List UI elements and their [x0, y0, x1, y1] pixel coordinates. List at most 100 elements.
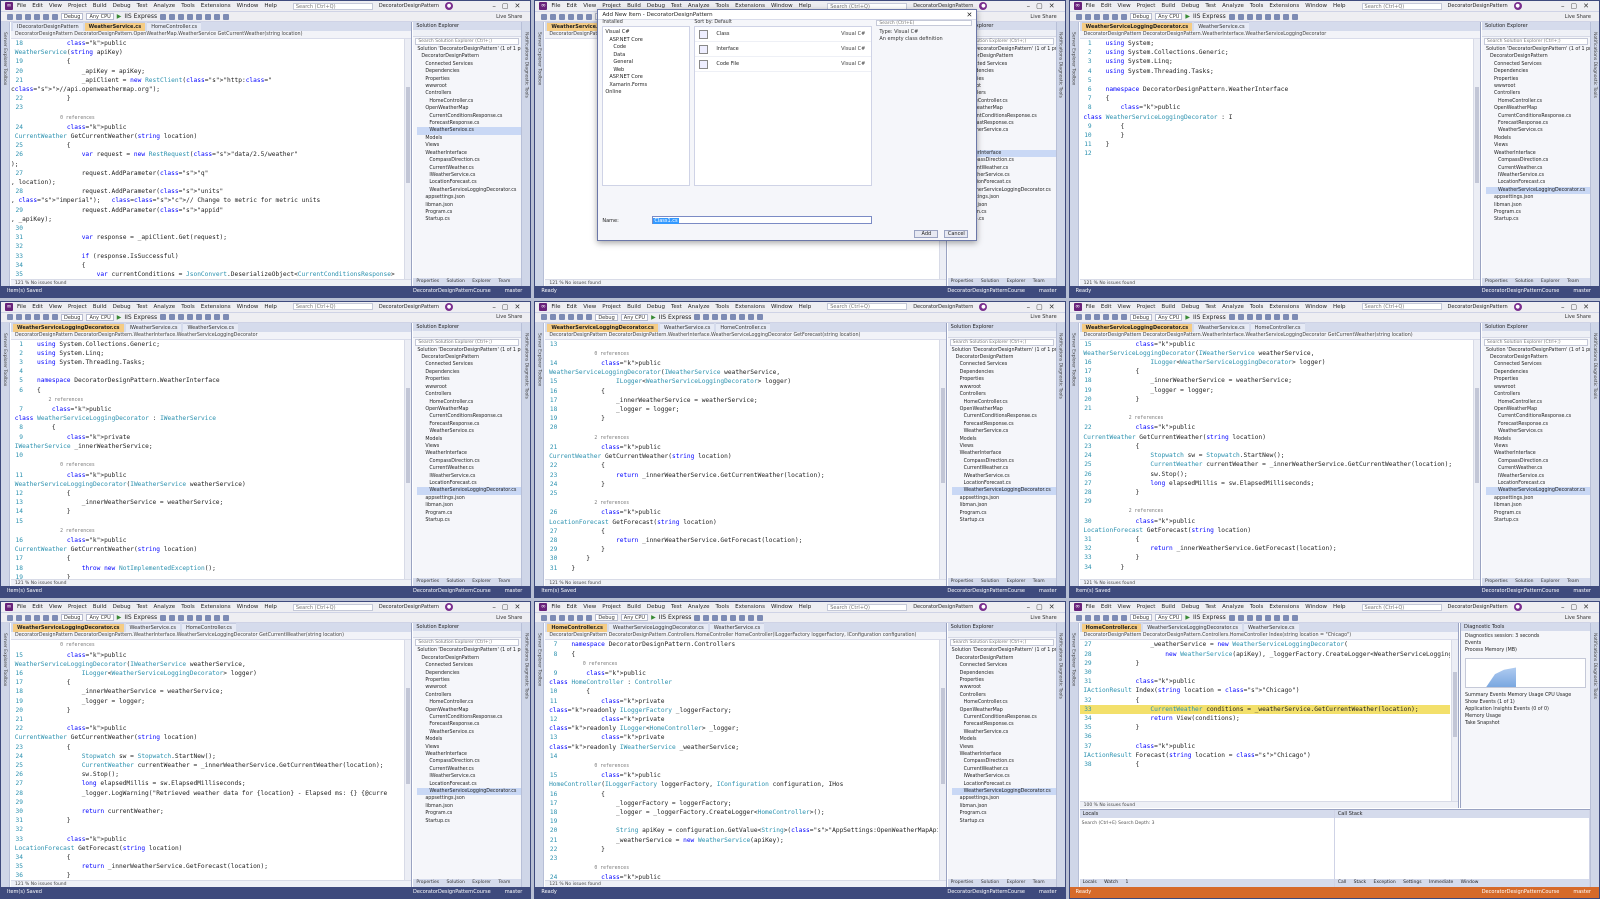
tree-item[interactable]: CurrentConditionsResponse.cs	[417, 714, 521, 721]
document-tab[interactable]: HomeController.cs	[547, 623, 607, 633]
tree-item[interactable]: OpenWeatherMap	[417, 707, 521, 714]
toolbar-icon[interactable]	[1102, 13, 1109, 20]
tree-item[interactable]: appsettings.json	[952, 495, 1056, 502]
notifications-tab[interactable]: Notifications Diagnostic Tools	[1058, 333, 1063, 399]
notifications-tab[interactable]: Notifications Diagnostic Tools	[523, 32, 528, 98]
category-item[interactable]: Xamarin.Forms	[605, 82, 687, 90]
account-avatar[interactable]: ●	[1513, 2, 1522, 10]
tree-item[interactable]: Connected Services	[952, 662, 1056, 669]
template-item[interactable]: Class Visual C#	[695, 27, 872, 42]
tree-item[interactable]: ForecastResponse.cs	[417, 120, 521, 127]
server-explorer-tab[interactable]: Server Explorer Toolbox	[2, 333, 7, 386]
toolbar-icon[interactable]	[1093, 13, 1100, 20]
toolbar-icon[interactable]	[586, 314, 593, 321]
menu-view[interactable]: View	[49, 304, 62, 310]
code-editor[interactable]: WeatherServiceLoggingDecorator.cs Weather…	[1079, 322, 1481, 587]
tree-item[interactable]: appsettings.json	[417, 495, 521, 502]
tree-item[interactable]: appsettings.json	[952, 795, 1056, 802]
menu-build[interactable]: Build	[1161, 3, 1175, 9]
diagnostic-item[interactable]: Memory Usage	[1465, 713, 1586, 720]
tree-item[interactable]: Views	[1486, 142, 1590, 149]
menu-analyze[interactable]: Analyze	[1222, 304, 1244, 310]
platform-select[interactable]: Any CPU	[86, 313, 114, 321]
category-item[interactable]: ASP.NET Core	[605, 37, 687, 45]
live-share-button[interactable]: Live Share	[1030, 14, 1056, 20]
config-select[interactable]: Debug	[595, 313, 618, 321]
menu-analyze[interactable]: Analyze	[688, 604, 710, 610]
menu-test[interactable]: Test	[137, 3, 148, 9]
tree-item[interactable]: Startup.cs	[417, 216, 521, 223]
tree-item[interactable]: Startup.cs	[417, 818, 521, 825]
add-button[interactable]: Add	[914, 230, 939, 238]
menu-project[interactable]: Project	[68, 3, 87, 9]
toolbar-icon[interactable]	[1228, 614, 1235, 621]
code-text[interactable]: 7 namespace DecoratorDesignPattern.Contro…	[545, 640, 938, 880]
toolbar-icon[interactable]	[559, 314, 566, 321]
window-controls-icon[interactable]: –▢✕	[1561, 603, 1595, 611]
navigation-bar[interactable]: DecoratorDesignPattern DecoratorDesignPa…	[545, 632, 946, 641]
menu-tools[interactable]: Tools	[181, 604, 195, 610]
toolbar-icon[interactable]	[178, 314, 185, 321]
tree-item[interactable]: Views	[1486, 443, 1590, 450]
tree-item[interactable]: Views	[417, 142, 521, 149]
toolbar-icon[interactable]	[694, 314, 701, 321]
tree-item[interactable]: CurrentWeather.cs	[1486, 165, 1590, 172]
toolbar-icon[interactable]	[577, 13, 584, 20]
menu-project[interactable]: Project	[68, 304, 87, 310]
menu-file[interactable]: File	[1086, 3, 1095, 9]
toolbar-icon[interactable]	[214, 314, 221, 321]
document-tab[interactable]: WeatherService.cs	[84, 22, 146, 31]
code-editor[interactable]: HomeController.cs WeatherServiceLoggingDe…	[545, 623, 947, 887]
tree-item[interactable]: WeatherInterface	[1486, 450, 1590, 457]
tree-item[interactable]: libman.json	[952, 803, 1056, 810]
tree-item[interactable]: OpenWeatherMap	[417, 105, 521, 112]
menu-analyze[interactable]: Analyze	[154, 604, 176, 610]
tree-item[interactable]: CurrentWeather.cs	[952, 465, 1056, 472]
tree-item[interactable]: DecoratorDesignPattern	[952, 655, 1056, 662]
tree-item[interactable]: Dependencies	[952, 369, 1056, 376]
menu-debug[interactable]: Debug	[113, 604, 131, 610]
solution-explorer-toolbar[interactable]	[1481, 30, 1590, 37]
menu-analyze[interactable]: Analyze	[688, 304, 710, 310]
toolbar-icon[interactable]	[1102, 614, 1109, 621]
toolbar-icon[interactable]	[1246, 314, 1253, 321]
tree-item[interactable]: Connected Services	[1486, 361, 1590, 368]
toolbar-icon[interactable]	[721, 314, 728, 321]
account-avatar[interactable]: ●	[979, 2, 988, 10]
document-tab[interactable]: WeatherService.cs	[1194, 22, 1249, 31]
menu-build[interactable]: Build	[93, 3, 107, 9]
tree-item[interactable]: Views	[952, 443, 1056, 450]
toolbar-icon[interactable]	[703, 314, 710, 321]
tree-item[interactable]: WeatherServiceLoggingDecorator.cs	[417, 788, 522, 796]
menu-tools[interactable]: Tools	[1250, 304, 1264, 310]
menu-test[interactable]: Test	[137, 304, 148, 310]
toolbar-icon[interactable]	[1237, 614, 1244, 621]
tree-item[interactable]: appsettings.json	[1486, 495, 1590, 502]
toolbar-icon[interactable]	[7, 13, 13, 20]
tree-item[interactable]: ForecastResponse.cs	[1486, 120, 1590, 127]
document-tab[interactable]: HomeController.cs	[1250, 322, 1305, 332]
tree-item[interactable]: WeatherService.cs	[417, 127, 522, 135]
menu-file[interactable]: File	[1086, 604, 1095, 610]
solution-search-input[interactable]: Search Solution Explorer (Ctrl+;)	[415, 338, 520, 346]
menu-extensions[interactable]: Extensions	[1269, 304, 1299, 310]
menu-tools[interactable]: Tools	[716, 304, 730, 310]
menu-view[interactable]: View	[1118, 304, 1131, 310]
toolbar-icon[interactable]	[1291, 13, 1298, 20]
toolbar-icon[interactable]	[214, 614, 221, 621]
toolbar-icon[interactable]	[43, 13, 49, 20]
menu-build[interactable]: Build	[1161, 304, 1175, 310]
repo-name[interactable]: DecoratorDesignPatternCourse	[947, 887, 1025, 898]
tree-item[interactable]: WeatherServiceLoggingDecorator.cs	[417, 187, 521, 194]
tree-item[interactable]: WeatherInterface	[1486, 150, 1590, 157]
menu-edit[interactable]: Edit	[567, 604, 578, 610]
server-explorer-tab[interactable]: Server Explorer Toolbox	[2, 32, 7, 85]
platform-select[interactable]: Any CPU	[1155, 614, 1183, 622]
tree-item[interactable]: CurrentConditionsResponse.cs	[417, 113, 521, 120]
tree-item[interactable]: wwwroot	[952, 684, 1056, 691]
toolbar-icon[interactable]	[223, 614, 230, 621]
menu-debug[interactable]: Debug	[1181, 3, 1199, 9]
toolbar-icon[interactable]	[1084, 614, 1091, 621]
toolbar-icon[interactable]	[1228, 314, 1235, 321]
tree-item[interactable]: ForecastResponse.cs	[1486, 421, 1590, 428]
